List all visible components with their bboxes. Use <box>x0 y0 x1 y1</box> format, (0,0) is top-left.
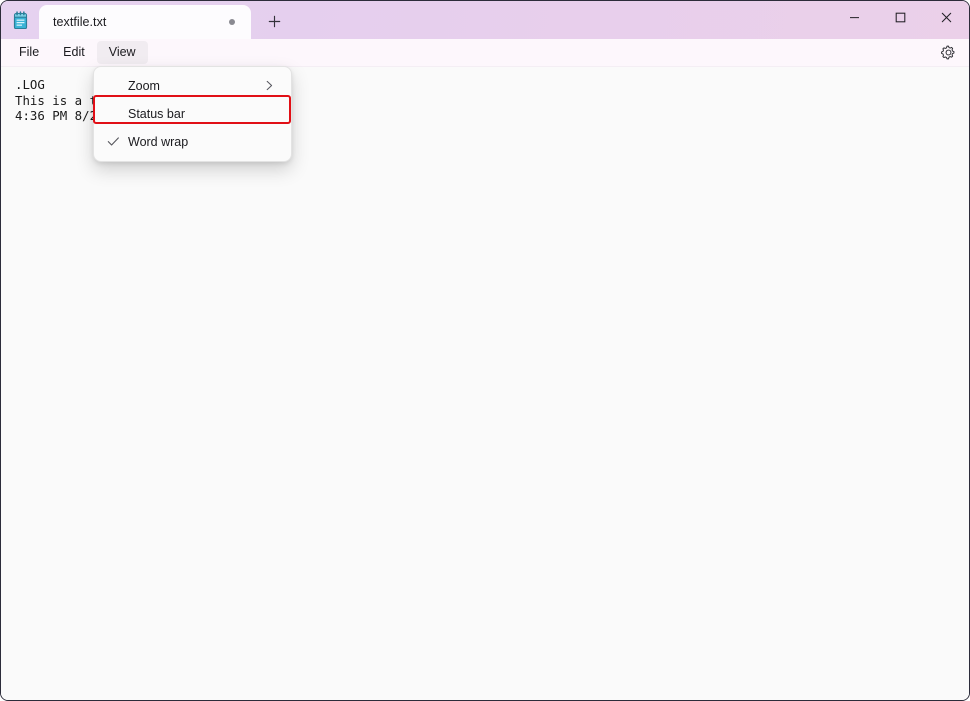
menu-option-word-wrap-label: Word wrap <box>128 134 189 149</box>
menu-item-edit[interactable]: Edit <box>51 41 97 64</box>
minimize-button[interactable] <box>831 1 877 33</box>
menu-item-file[interactable]: File <box>7 41 51 64</box>
window-controls <box>831 1 969 39</box>
check-icon <box>98 136 128 147</box>
notepad-window: textfile.txt File Edit View .LOG This is… <box>0 0 970 701</box>
menu-option-status-bar[interactable]: Status bar <box>98 100 287 127</box>
close-button[interactable] <box>923 1 969 33</box>
tab-title: textfile.txt <box>53 15 107 29</box>
menu-option-status-bar-label: Status bar <box>128 106 185 121</box>
new-tab-button[interactable] <box>257 6 291 36</box>
title-bar: textfile.txt <box>1 1 969 39</box>
notepad-icon <box>1 1 39 39</box>
menu-option-zoom[interactable]: Zoom <box>98 72 287 99</box>
chevron-right-icon <box>261 80 277 91</box>
view-dropdown-menu: Zoom Status bar Word wrap <box>93 66 292 162</box>
menu-item-view[interactable]: View <box>96 41 148 64</box>
tab-modified-dot <box>229 19 235 25</box>
menu-option-zoom-label: Zoom <box>128 78 160 93</box>
maximize-button[interactable] <box>877 1 923 33</box>
gear-icon[interactable] <box>935 41 961 65</box>
tab-strip: textfile.txt <box>39 1 831 39</box>
menu-bar: File Edit View <box>1 39 969 67</box>
menu-option-word-wrap[interactable]: Word wrap <box>98 128 287 155</box>
tab-textfile[interactable]: textfile.txt <box>39 5 251 39</box>
